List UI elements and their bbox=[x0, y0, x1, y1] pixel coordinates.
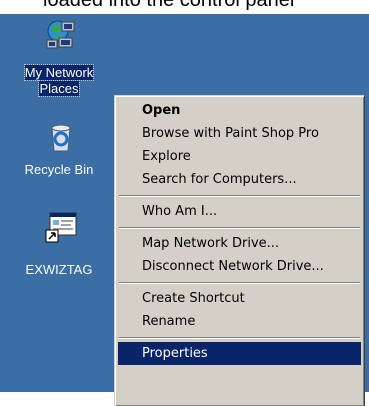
menu-separator bbox=[118, 223, 361, 232]
menu-item-search-for-computers[interactable]: Search for Computers... bbox=[118, 168, 361, 191]
menu-separator bbox=[118, 191, 361, 200]
menu-separator bbox=[118, 278, 361, 287]
desktop-icon-recycle-bin[interactable]: Recycle Bin bbox=[0, 120, 118, 200]
desktop-icon-label: EXWIZTAG bbox=[0, 262, 118, 278]
page-caption-text: loaded into the control panel bbox=[0, 0, 369, 14]
desktop-icon-my-network-places[interactable]: My Network Places bbox=[0, 14, 118, 114]
desktop-icon-label: My Network Places bbox=[0, 64, 118, 97]
icon-label-line1: My Network bbox=[23, 64, 95, 81]
desktop[interactable]: My Network Places Recycle Bin EXWIZTAG O… bbox=[0, 14, 369, 406]
menu-item-rename[interactable]: Rename bbox=[118, 310, 361, 333]
desktop-icon-label: Recycle Bin bbox=[0, 162, 118, 178]
menu-item-properties[interactable]: Properties bbox=[118, 342, 361, 365]
desktop-icon-exwiztag[interactable]: EXWIZTAG bbox=[0, 210, 118, 290]
icon-label-line1: EXWIZTAG bbox=[25, 262, 93, 277]
icon-label-line2: Places bbox=[38, 80, 80, 97]
context-menu: Open Browse with Paint Shop Pro Explore … bbox=[114, 95, 364, 406]
icon-label-line1: Recycle Bin bbox=[24, 162, 94, 177]
menu-item-create-shortcut[interactable]: Create Shortcut bbox=[118, 287, 361, 310]
menu-item-who-am-i[interactable]: Who Am I... bbox=[118, 200, 361, 223]
menu-separator bbox=[118, 333, 361, 342]
caption-text: loaded into the control panel bbox=[43, 0, 295, 11]
recycle-bin-icon bbox=[51, 124, 71, 152]
menu-item-open[interactable]: Open bbox=[118, 99, 361, 122]
menu-item-map-network-drive[interactable]: Map Network Drive... bbox=[118, 232, 361, 255]
application-window-icon bbox=[45, 212, 77, 243]
menu-item-explore[interactable]: Explore bbox=[118, 145, 361, 168]
menu-item-browse-with-paint-shop-pro[interactable]: Browse with Paint Shop Pro bbox=[118, 122, 361, 145]
menu-item-disconnect-network-drive[interactable]: Disconnect Network Drive... bbox=[118, 255, 361, 278]
network-places-icon bbox=[46, 20, 75, 49]
